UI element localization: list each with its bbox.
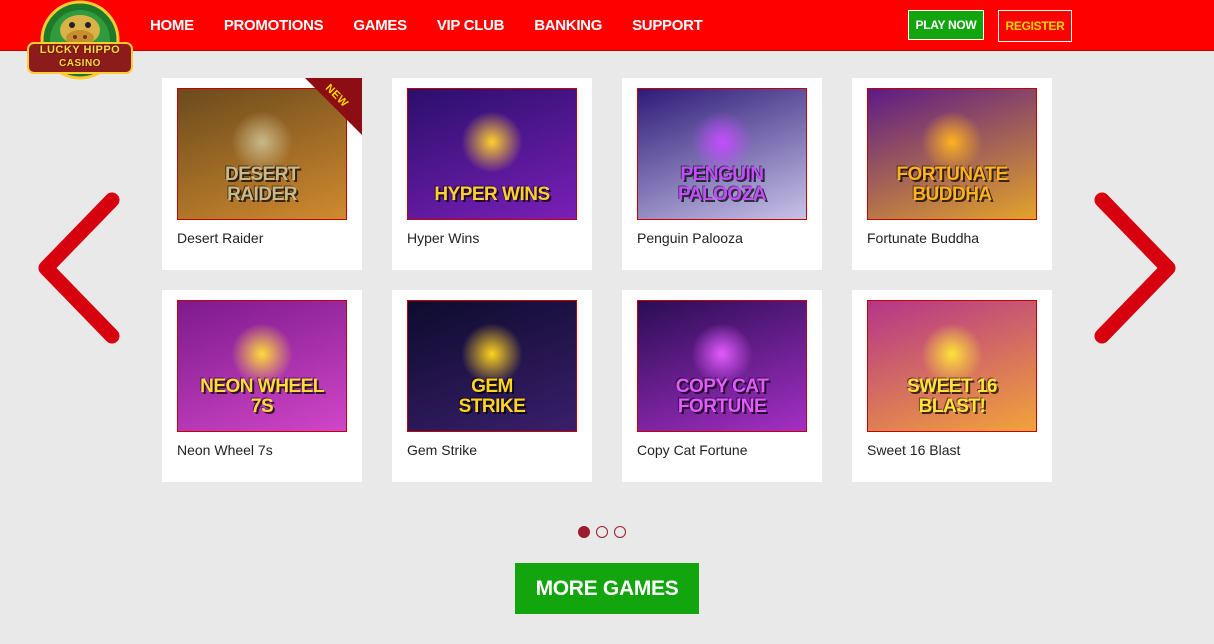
thumbnail-title: DESERT RAIDER [224,164,300,205]
thumbnail-title: HYPER WINS [434,184,550,205]
nav-banking[interactable]: BANKING [534,17,602,34]
game-title[interactable]: Gem Strike [407,442,477,458]
more-games-button[interactable]: MORE GAMES [515,563,699,614]
game-thumbnail[interactable]: GEM STRIKE [407,300,577,432]
carousel-prev-button[interactable] [34,190,124,350]
thumbnail-title: GEM STRIKE [458,376,526,417]
game-card[interactable]: SWEET 16 BLAST! Sweet 16 Blast [852,290,1052,482]
casino-logo[interactable]: LUCKY HIPPO CASINO [24,0,136,82]
play-now-button[interactable]: PLAY NOW [908,10,984,40]
pagination-dot[interactable] [596,526,608,538]
game-thumbnail[interactable]: SWEET 16 BLAST! [867,300,1037,432]
game-card[interactable]: HYPER WINS Hyper Wins [392,78,592,270]
thumbnail-title: COPY CAT FORTUNE [675,376,769,417]
thumbnail-title: FORTUNATE BUDDHA [896,164,1008,205]
game-thumbnail[interactable]: HYPER WINS [407,88,577,220]
nav-home[interactable]: HOME [150,17,194,34]
game-card[interactable]: FORTUNATE BUDDHA Fortunate Buddha [852,78,1052,270]
thumbnail-title: NEON WHEEL 7s [200,376,324,417]
nav-games[interactable]: GAMES [353,17,407,34]
nav-support[interactable]: SUPPORT [632,17,703,34]
main-navigation: HOME PROMOTIONS GAMES VIP CLUB BANKING S… [150,0,733,50]
game-card[interactable]: GEM STRIKE Gem Strike [392,290,592,482]
game-title[interactable]: Copy Cat Fortune [637,442,748,458]
game-card[interactable]: DESERT RAIDER NEW Desert Raider [162,78,362,270]
game-thumbnail[interactable]: PENGUIN PALOOZA [637,88,807,220]
chevron-right-icon [1094,192,1176,344]
game-card[interactable]: PENGUIN PALOOZA Penguin Palooza [622,78,822,270]
game-title[interactable]: Desert Raider [177,230,263,246]
game-thumbnail[interactable]: NEON WHEEL 7s [177,300,347,432]
nav-promotions[interactable]: PROMOTIONS [224,17,324,34]
logo-text-line1: LUCKY HIPPO [39,44,121,56]
pagination-dot[interactable] [578,526,590,538]
nav-vip-club[interactable]: VIP CLUB [437,17,505,34]
game-card[interactable]: NEON WHEEL 7s Neon Wheel 7s [162,290,362,482]
thumbnail-title: SWEET 16 BLAST! [907,376,997,417]
game-title[interactable]: Fortunate Buddha [867,230,979,246]
pagination-dot[interactable] [614,526,626,538]
thumbnail-title: PENGUIN PALOOZA [678,164,766,205]
game-title[interactable]: Penguin Palooza [637,230,743,246]
carousel-pagination [578,526,632,538]
thumbnail-art [461,111,523,173]
game-thumbnail[interactable]: COPY CAT FORTUNE [637,300,807,432]
chevron-left-icon [38,192,120,344]
game-title[interactable]: Neon Wheel 7s [177,442,273,458]
new-badge: NEW [305,78,362,135]
game-card[interactable]: COPY CAT FORTUNE Copy Cat Fortune [622,290,822,482]
register-button[interactable]: REGISTER [998,10,1072,42]
game-title[interactable]: Sweet 16 Blast [867,442,960,458]
logo-text-line2: CASINO [59,58,101,69]
top-navigation-bar: HOME PROMOTIONS GAMES VIP CLUB BANKING S… [0,0,1214,51]
game-title[interactable]: Hyper Wins [407,230,479,246]
game-thumbnail[interactable]: FORTUNATE BUDDHA [867,88,1037,220]
carousel-next-button[interactable] [1090,190,1180,350]
